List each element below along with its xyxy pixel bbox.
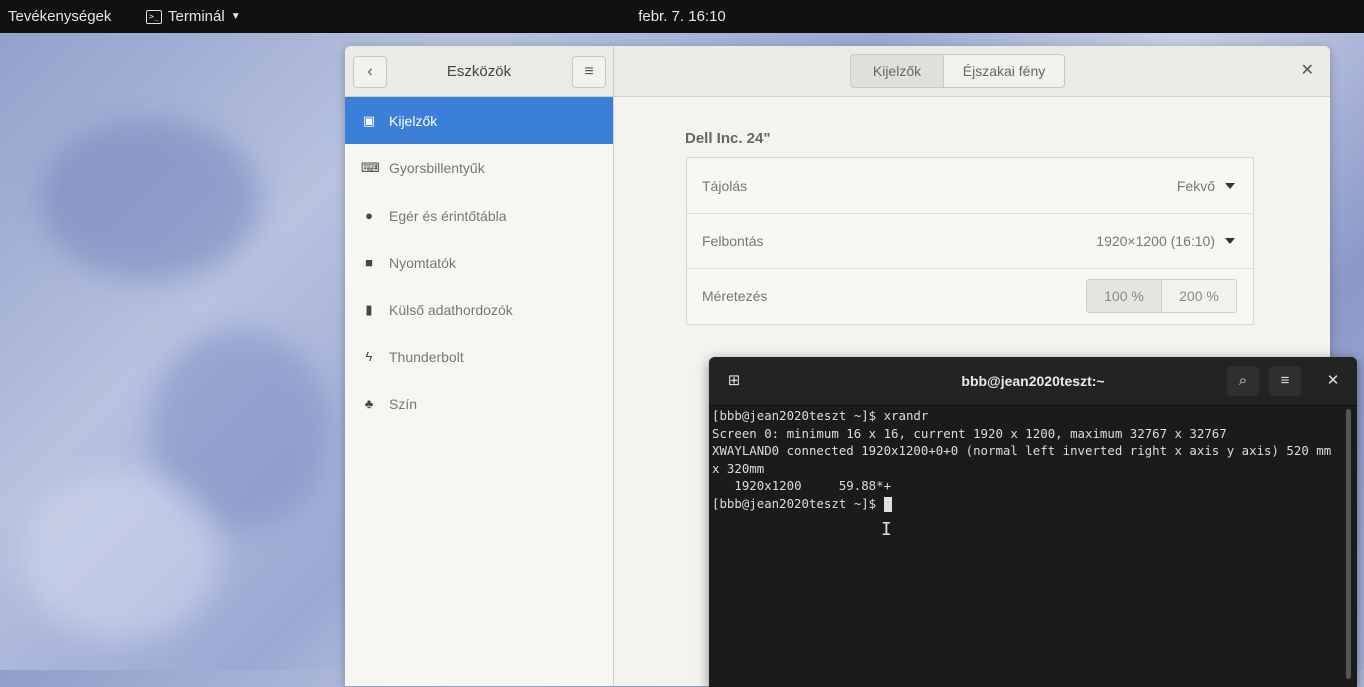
close-icon[interactable]: ✕ — [1301, 60, 1314, 80]
orientation-value: Fekvő — [1176, 178, 1215, 194]
printer-icon: ■ — [365, 255, 373, 270]
thunderbolt-icon: ϟ — [365, 349, 373, 364]
terminal-line: 1920x1200 59.88*+ — [712, 478, 892, 494]
display-icon: ▣ — [362, 112, 376, 128]
search-button[interactable]: ⌕ — [1227, 366, 1259, 396]
terminal-title: bbb@jean2020teszt:~ — [961, 373, 1105, 389]
content-header: Kijelzők Éjszakai fény ✕ — [614, 46, 1330, 97]
terminal-scrollbar[interactable] — [1346, 409, 1351, 679]
view-switcher: Kijelzők Éjszakai fény — [850, 54, 1065, 88]
menu-button[interactable]: ≡ — [572, 56, 606, 88]
usb-icon: ▮ — [365, 301, 373, 317]
orientation-label: Tájolás — [702, 178, 748, 194]
sidebar-item-color[interactable]: ♣ Szín — [345, 380, 613, 427]
ibeam-cursor-icon: I — [881, 519, 892, 540]
resolution-row[interactable]: Felbontás 1920×1200 (16:10) — [687, 213, 1253, 269]
close-icon: ✕ — [1326, 372, 1340, 389]
scaling-label: Méretezés — [702, 288, 768, 304]
terminal-line: Screen 0: minimum 16 x 16, current 1920 … — [712, 425, 1227, 441]
scale-200-button[interactable]: 200 % — [1162, 279, 1237, 313]
sidebar-item-label: Külső adathordozók — [389, 301, 513, 318]
tab-displays[interactable]: Kijelzők — [850, 54, 944, 88]
scale-toggle-group: 100 % 200 % — [1086, 279, 1237, 313]
hamburger-icon: ≡ — [1280, 372, 1290, 389]
search-icon: ⌕ — [1238, 372, 1248, 389]
text-cursor — [883, 496, 892, 512]
dropdown-arrow-icon — [1225, 238, 1235, 244]
sidebar-item-label: Thunderbolt — [389, 348, 464, 365]
sidebar-item-label: Gyorsbillentyűk — [389, 159, 485, 176]
terminal-menu-button[interactable]: ≡ — [1269, 366, 1301, 396]
top-bar: Tevékenységek >_ Terminál ▼ febr. 7. 16:… — [0, 0, 1364, 33]
sidebar-item-printers[interactable]: ■ Nyomtatók — [345, 239, 613, 286]
terminal-prompt: [bbb@jean2020teszt ~]$ — [712, 495, 884, 511]
wallpaper-blot — [20, 470, 220, 640]
orientation-row[interactable]: Tájolás Fekvő — [687, 158, 1253, 214]
sidebar-item-mouse[interactable]: ● Egér és érintőtábla — [345, 192, 613, 239]
terminal-header: ⊞ bbb@jean2020teszt:~ ⌕ ≡ ✕ — [709, 357, 1357, 406]
sidebar-header: ‹ Eszközök ≡ — [345, 46, 614, 97]
sidebar-item-label: Szín — [389, 395, 418, 412]
resolution-label: Felbontás — [702, 233, 764, 249]
terminal-window: ⊞ bbb@jean2020teszt:~ ⌕ ≡ ✕ [bbb@jean202… — [709, 357, 1357, 687]
terminal-line: XWAYLAND0 connected 1920x1200+0+0 (norma… — [712, 443, 1339, 476]
terminal-output[interactable]: [bbb@jean2020teszt ~]$ xrandr Screen 0: m… — [712, 407, 1344, 677]
resolution-value: 1920×1200 (16:10) — [1096, 233, 1215, 249]
hamburger-icon: ≡ — [584, 63, 594, 80]
sidebar: ▣ Kijelzők ⌨ Gyorsbillentyűk ● Egér és é… — [345, 97, 614, 686]
tab-night-light[interactable]: Éjszakai fény — [944, 54, 1065, 88]
orientation-dropdown[interactable]: Fekvő — [1177, 178, 1235, 194]
wallpaper-blot — [40, 120, 260, 280]
scaling-row: Méretezés 100 % 200 % — [687, 268, 1253, 323]
scale-100-button[interactable]: 100 % — [1086, 279, 1162, 313]
display-settings-box: Tájolás Fekvő Felbontás 1920×1200 (16:10… — [686, 157, 1254, 325]
dropdown-arrow-icon — [1225, 183, 1235, 189]
resolution-dropdown[interactable]: 1920×1200 (16:10) — [1096, 233, 1235, 249]
sidebar-item-label: Egér és érintőtábla — [389, 207, 507, 224]
terminal-prompt-line: [bbb@jean2020teszt ~]$ — [712, 495, 1344, 513]
mouse-icon: ● — [365, 208, 373, 223]
terminal-line: [bbb@jean2020teszt ~]$ xrandr — [712, 408, 929, 423]
sidebar-item-thunderbolt[interactable]: ϟ Thunderbolt — [345, 333, 613, 380]
sidebar-item-label: Kijelzők — [389, 112, 438, 129]
clock[interactable]: febr. 7. 16:10 — [0, 8, 1364, 25]
keyboard-icon: ⌨ — [361, 159, 380, 175]
color-icon: ♣ — [364, 396, 374, 411]
sidebar-item-label: Nyomtatók — [389, 254, 456, 271]
sidebar-item-keyboard[interactable]: ⌨ Gyorsbillentyűk — [345, 144, 613, 191]
sidebar-item-removable-media[interactable]: ▮ Külső adathordozók — [345, 286, 613, 333]
sidebar-item-displays[interactable]: ▣ Kijelzők — [345, 97, 613, 144]
terminal-close-button[interactable]: ✕ — [1317, 366, 1349, 396]
monitor-name: Dell Inc. 24" — [685, 130, 771, 147]
